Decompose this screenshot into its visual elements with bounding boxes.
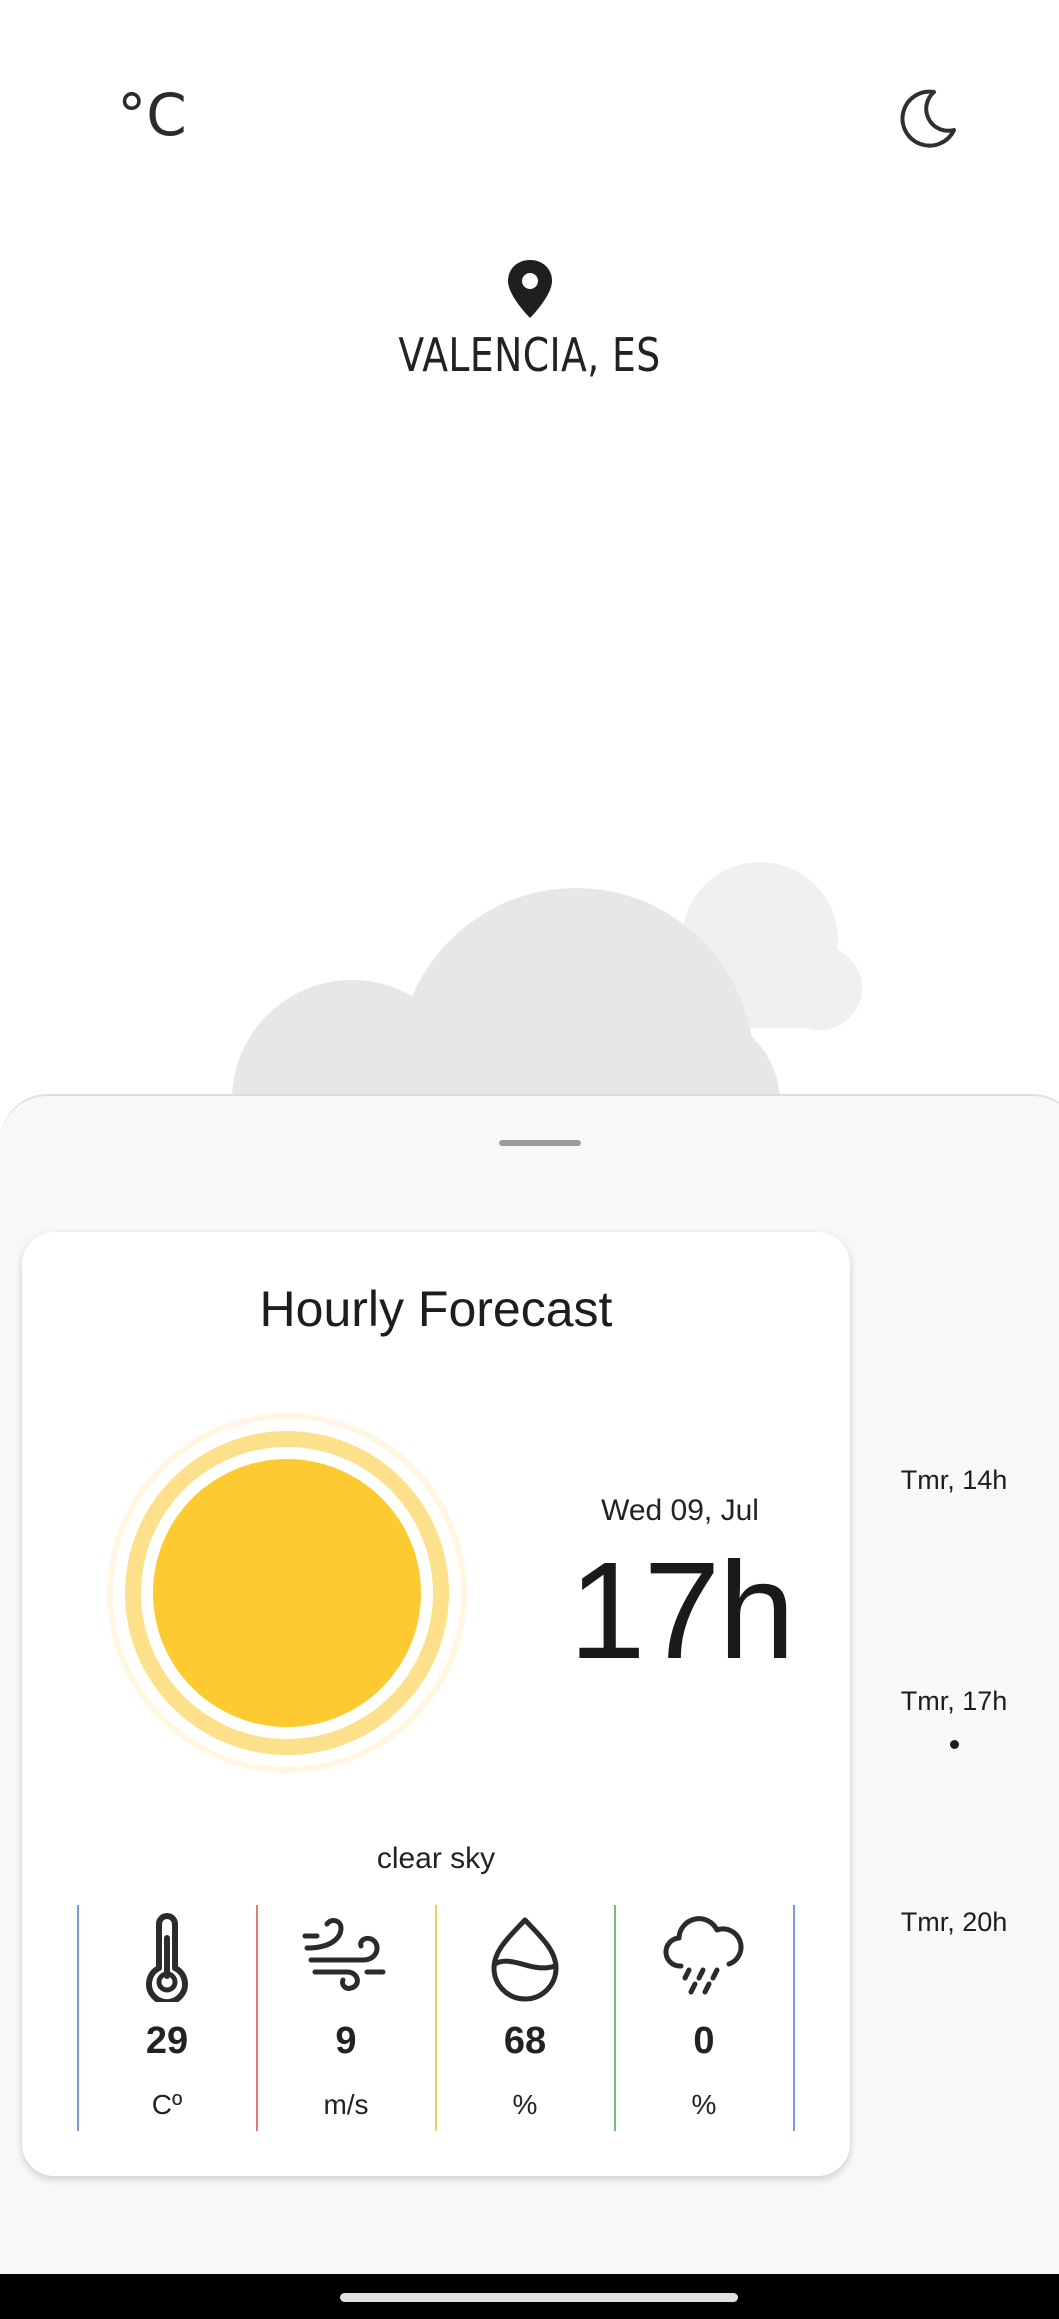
rain-cloud-icon xyxy=(663,1916,744,1995)
wind-value: 9 xyxy=(335,2020,357,2062)
weather-condition: clear sky xyxy=(376,1842,496,1875)
metric-divider xyxy=(793,1905,795,2131)
metric-rain-chance: 0 % xyxy=(615,1902,793,2132)
hour-item-tmr-20h[interactable]: Tmr, 20h xyxy=(880,1907,1028,1938)
selected-hour-indicator xyxy=(950,1740,959,1749)
cloud-icon xyxy=(232,862,862,1100)
location-header: VALENCIA, ES xyxy=(0,258,1059,382)
humidity-drop-icon xyxy=(491,1917,559,2002)
thermometer-icon xyxy=(146,1913,188,2002)
forecast-date: Wed 09, Jul xyxy=(601,1494,759,1527)
wind-unit: m/s xyxy=(323,2089,369,2120)
wind-icon xyxy=(302,1918,386,1991)
rain-chance-value: 0 xyxy=(693,2020,715,2062)
temperature-unit: Cº xyxy=(151,2089,183,2120)
moon-icon[interactable] xyxy=(888,78,968,158)
sheet-drag-handle[interactable] xyxy=(499,1140,581,1146)
metric-temperature: 29 Cº xyxy=(78,1902,256,2132)
location-label: VALENCIA, ES xyxy=(398,328,661,382)
card-title: Hourly Forecast xyxy=(259,1281,613,1337)
map-pin-icon xyxy=(507,260,552,318)
temperature-unit-toggle[interactable]: °C xyxy=(112,80,192,150)
forecast-hour: 17h xyxy=(568,1534,795,1688)
hourly-forecast-card[interactable]: Hourly Forecast Wed 09, Jul 17h clear sk… xyxy=(22,1232,850,2176)
temperature-value: 29 xyxy=(145,2020,189,2062)
hour-item-tmr-14h[interactable]: Tmr, 14h xyxy=(880,1465,1028,1496)
metric-wind: 9 m/s xyxy=(257,1902,435,2132)
home-indicator[interactable] xyxy=(340,2293,738,2302)
rain-chance-unit: % xyxy=(691,2089,717,2120)
sun-icon xyxy=(107,1413,467,1773)
humidity-value: 68 xyxy=(503,2020,547,2062)
hour-item-tmr-17h[interactable]: Tmr, 17h xyxy=(880,1686,1028,1717)
humidity-unit: % xyxy=(512,2089,538,2120)
metric-humidity: 68 % xyxy=(436,1902,614,2132)
